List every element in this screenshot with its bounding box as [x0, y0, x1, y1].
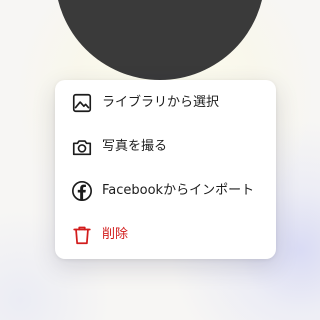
photo-options-menu: ライブラリから選択 写真を撮る Facebookからインポート 削除 — [55, 80, 276, 259]
camera-icon — [71, 136, 93, 158]
menu-item-label: ライブラリから選択 — [102, 95, 220, 110]
menu-item-choose-from-library[interactable]: ライブラリから選択 — [55, 81, 276, 125]
menu-item-delete[interactable]: 削除 — [55, 213, 276, 257]
menu-item-label: 削除 — [102, 227, 129, 242]
menu-item-import-from-facebook[interactable]: Facebookからインポート — [55, 169, 276, 213]
menu-item-label: 写真を撮る — [102, 139, 168, 154]
menu-item-take-photo[interactable]: 写真を撮る — [55, 125, 276, 169]
menu-item-label: Facebookからインポート — [102, 183, 255, 198]
screen: ライブラリから選択 写真を撮る Facebookからインポート 削除 — [0, 0, 320, 320]
trash-icon — [71, 224, 93, 246]
facebook-icon — [71, 180, 93, 202]
image-icon — [71, 92, 93, 114]
